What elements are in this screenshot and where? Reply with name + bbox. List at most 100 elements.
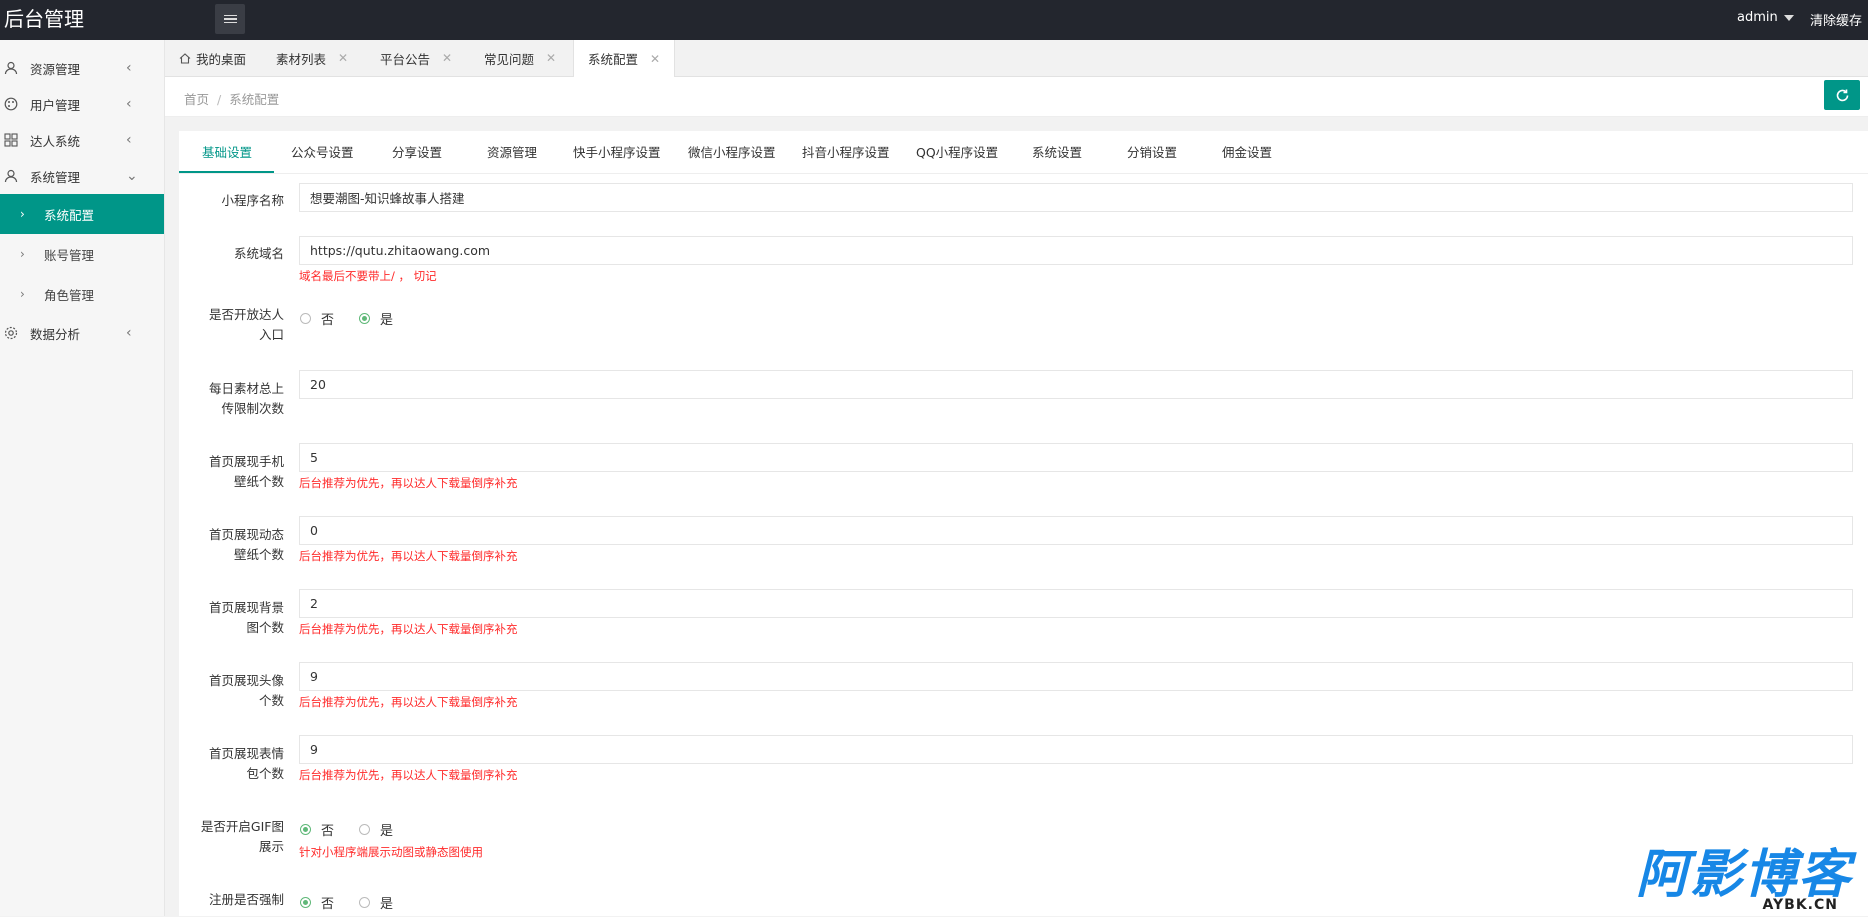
config-tab-qq[interactable]: QQ小程序设置: [916, 142, 998, 161]
sidebar-item-analytics[interactable]: 数据分析 ‹: [0, 315, 164, 351]
app-name-input[interactable]: [299, 183, 1853, 212]
gif-yes-radio[interactable]: 是: [359, 820, 393, 839]
config-tab-system[interactable]: 系统设置: [1032, 142, 1082, 161]
config-tab-basic[interactable]: 基础设置: [202, 142, 252, 161]
sidebar-item-system[interactable]: 系统管理 ⌄: [0, 158, 164, 194]
app-title: 后台管理: [4, 7, 84, 31]
field-hint: 后台推荐为优先，再以达人下载量倒序补充: [299, 695, 518, 709]
field-label: 首页展现表情 包个数: [208, 746, 284, 781]
phone-wallpaper-count-input[interactable]: [299, 443, 1853, 472]
config-tab-official-account[interactable]: 公众号设置: [291, 142, 354, 161]
refresh-button[interactable]: [1824, 80, 1860, 110]
tab-announcements[interactable]: 平台公告 ✕: [380, 40, 452, 76]
tab-faq[interactable]: 常见问题 ✕: [484, 40, 556, 76]
sidebar-item-resource[interactable]: 资源管理 ‹: [0, 50, 164, 86]
radio-label: 否: [321, 824, 335, 839]
menu-toggle-button[interactable]: [215, 4, 245, 34]
tab-system-config[interactable]: 系统配置 ✕: [573, 40, 676, 77]
radio-circle: [359, 313, 370, 324]
grid-icon: [4, 133, 18, 147]
palette-icon: [4, 97, 18, 111]
field-label: 是否开启GIF图 展示: [200, 819, 284, 854]
sidebar-item-label: 系统管理: [30, 169, 81, 185]
watermark-subtext: AYBK.CN: [1762, 897, 1838, 913]
close-icon[interactable]: ✕: [650, 52, 660, 66]
tab-label: 平台公告: [380, 51, 431, 67]
gear-icon: [4, 326, 18, 340]
config-tab-distribution[interactable]: 分销设置: [1127, 142, 1177, 161]
admin-label: admin: [1737, 10, 1778, 25]
admin-menu[interactable]: admin: [1737, 10, 1794, 25]
breadcrumb-bar: 首页 / 系统配置: [165, 77, 1868, 117]
watermark-logo: 阿影博客 AYBK.CN: [1612, 847, 1852, 917]
chevron-right-icon: ›: [20, 207, 25, 221]
top-header: 后台管理 admin 清除缓存: [0, 0, 1868, 40]
tab-label: 常见问题: [484, 51, 535, 67]
sidebar-item-users[interactable]: 用户管理 ‹: [0, 86, 164, 122]
sidebar-item-label: 资源管理: [30, 61, 81, 77]
avatar-count-input[interactable]: [299, 662, 1853, 691]
open-entry-no-radio[interactable]: 否: [300, 309, 334, 328]
breadcrumb: 首页 / 系统配置: [184, 89, 279, 108]
radio-label: 是: [380, 313, 394, 328]
config-tab-resources[interactable]: 资源管理: [487, 142, 537, 161]
sidebar-item-label: 用户管理: [30, 97, 81, 113]
close-icon[interactable]: ✕: [546, 51, 556, 65]
field-label: 是否开放达人 入口: [208, 307, 284, 342]
sidebar-subitem-label: 系统配置: [44, 207, 95, 223]
caret-down-icon: [1783, 14, 1794, 21]
daily-upload-limit-input[interactable]: [299, 370, 1853, 399]
breadcrumb-separator: /: [217, 92, 222, 107]
radio-label: 否: [321, 313, 335, 328]
gif-no-radio[interactable]: 否: [300, 820, 334, 839]
field-label: 小程序名称: [221, 193, 284, 208]
tab-label: 我的桌面: [196, 51, 247, 67]
chevron-left-icon: ‹: [126, 132, 132, 148]
chevron-left-icon: ‹: [126, 60, 132, 76]
radio-label: 否: [321, 897, 335, 912]
chevron-right-icon: ›: [20, 247, 25, 261]
clear-cache-link[interactable]: 清除缓存: [1810, 10, 1862, 29]
field-label: 首页展现动态 壁纸个数: [208, 527, 284, 562]
sidebar-subitem-system-config[interactable]: › 系统配置: [0, 194, 164, 234]
sidebar-item-talent[interactable]: 达人系统 ‹: [0, 122, 164, 158]
sidebar-item-label: 达人系统: [30, 133, 81, 149]
open-entry-yes-radio[interactable]: 是: [359, 309, 393, 328]
field-label: 首页展现背景 图个数: [208, 600, 284, 635]
config-tab-douyin[interactable]: 抖音小程序设置: [802, 142, 890, 161]
radio-label: 是: [380, 897, 394, 912]
sidebar-subitem-roles[interactable]: › 角色管理: [0, 274, 164, 314]
radio-circle: [359, 824, 370, 835]
close-icon[interactable]: ✕: [442, 51, 452, 65]
tab-materials[interactable]: 素材列表 ✕: [276, 40, 348, 76]
close-icon[interactable]: ✕: [338, 51, 348, 65]
field-label: 注册是否强制: [208, 892, 284, 907]
field-label: 首页展现头像 个数: [208, 673, 284, 708]
breadcrumb-home[interactable]: 首页: [184, 92, 209, 107]
radio-circle: [300, 313, 311, 324]
sidebar-subitem-accounts[interactable]: › 账号管理: [0, 234, 164, 274]
tab-label: 系统配置: [588, 52, 639, 67]
tab-desktop[interactable]: 我的桌面: [179, 40, 246, 76]
config-tab-wechat[interactable]: 微信小程序设置: [688, 142, 776, 161]
page-tabs: 我的桌面 素材列表 ✕ 平台公告 ✕ 常见问题 ✕ 系统配置 ✕: [165, 40, 1868, 77]
field-hint: 域名最后不要带上/ ， 切记: [299, 269, 437, 283]
field-label: 首页展现手机 壁纸个数: [208, 454, 284, 489]
force-register-yes-radio[interactable]: 是: [359, 893, 393, 912]
config-tab-share[interactable]: 分享设置: [392, 142, 442, 161]
config-card: 基础设置 公众号设置 分享设置 资源管理 快手小程序设置 微信小程序设置 抖音小…: [179, 131, 1868, 916]
force-register-no-radio[interactable]: 否: [300, 893, 334, 912]
background-count-input[interactable]: [299, 589, 1853, 618]
config-tab-commission[interactable]: 佣金设置: [1222, 142, 1272, 161]
emoji-count-input[interactable]: [299, 735, 1853, 764]
config-tab-kuaishou[interactable]: 快手小程序设置: [573, 142, 661, 161]
config-tabs: 基础设置 公众号设置 分享设置 资源管理 快手小程序设置 微信小程序设置 抖音小…: [179, 131, 1868, 174]
radio-circle: [300, 824, 311, 835]
user-icon: [4, 169, 18, 183]
sidebar-item-label: 数据分析: [30, 326, 81, 342]
active-tab-indicator: [179, 171, 274, 173]
field-label: 系统域名: [233, 246, 284, 261]
dynamic-wallpaper-count-input[interactable]: [299, 516, 1853, 545]
domain-input[interactable]: [299, 236, 1853, 265]
field-hint: 后台推荐为优先，再以达人下载量倒序补充: [299, 549, 518, 563]
